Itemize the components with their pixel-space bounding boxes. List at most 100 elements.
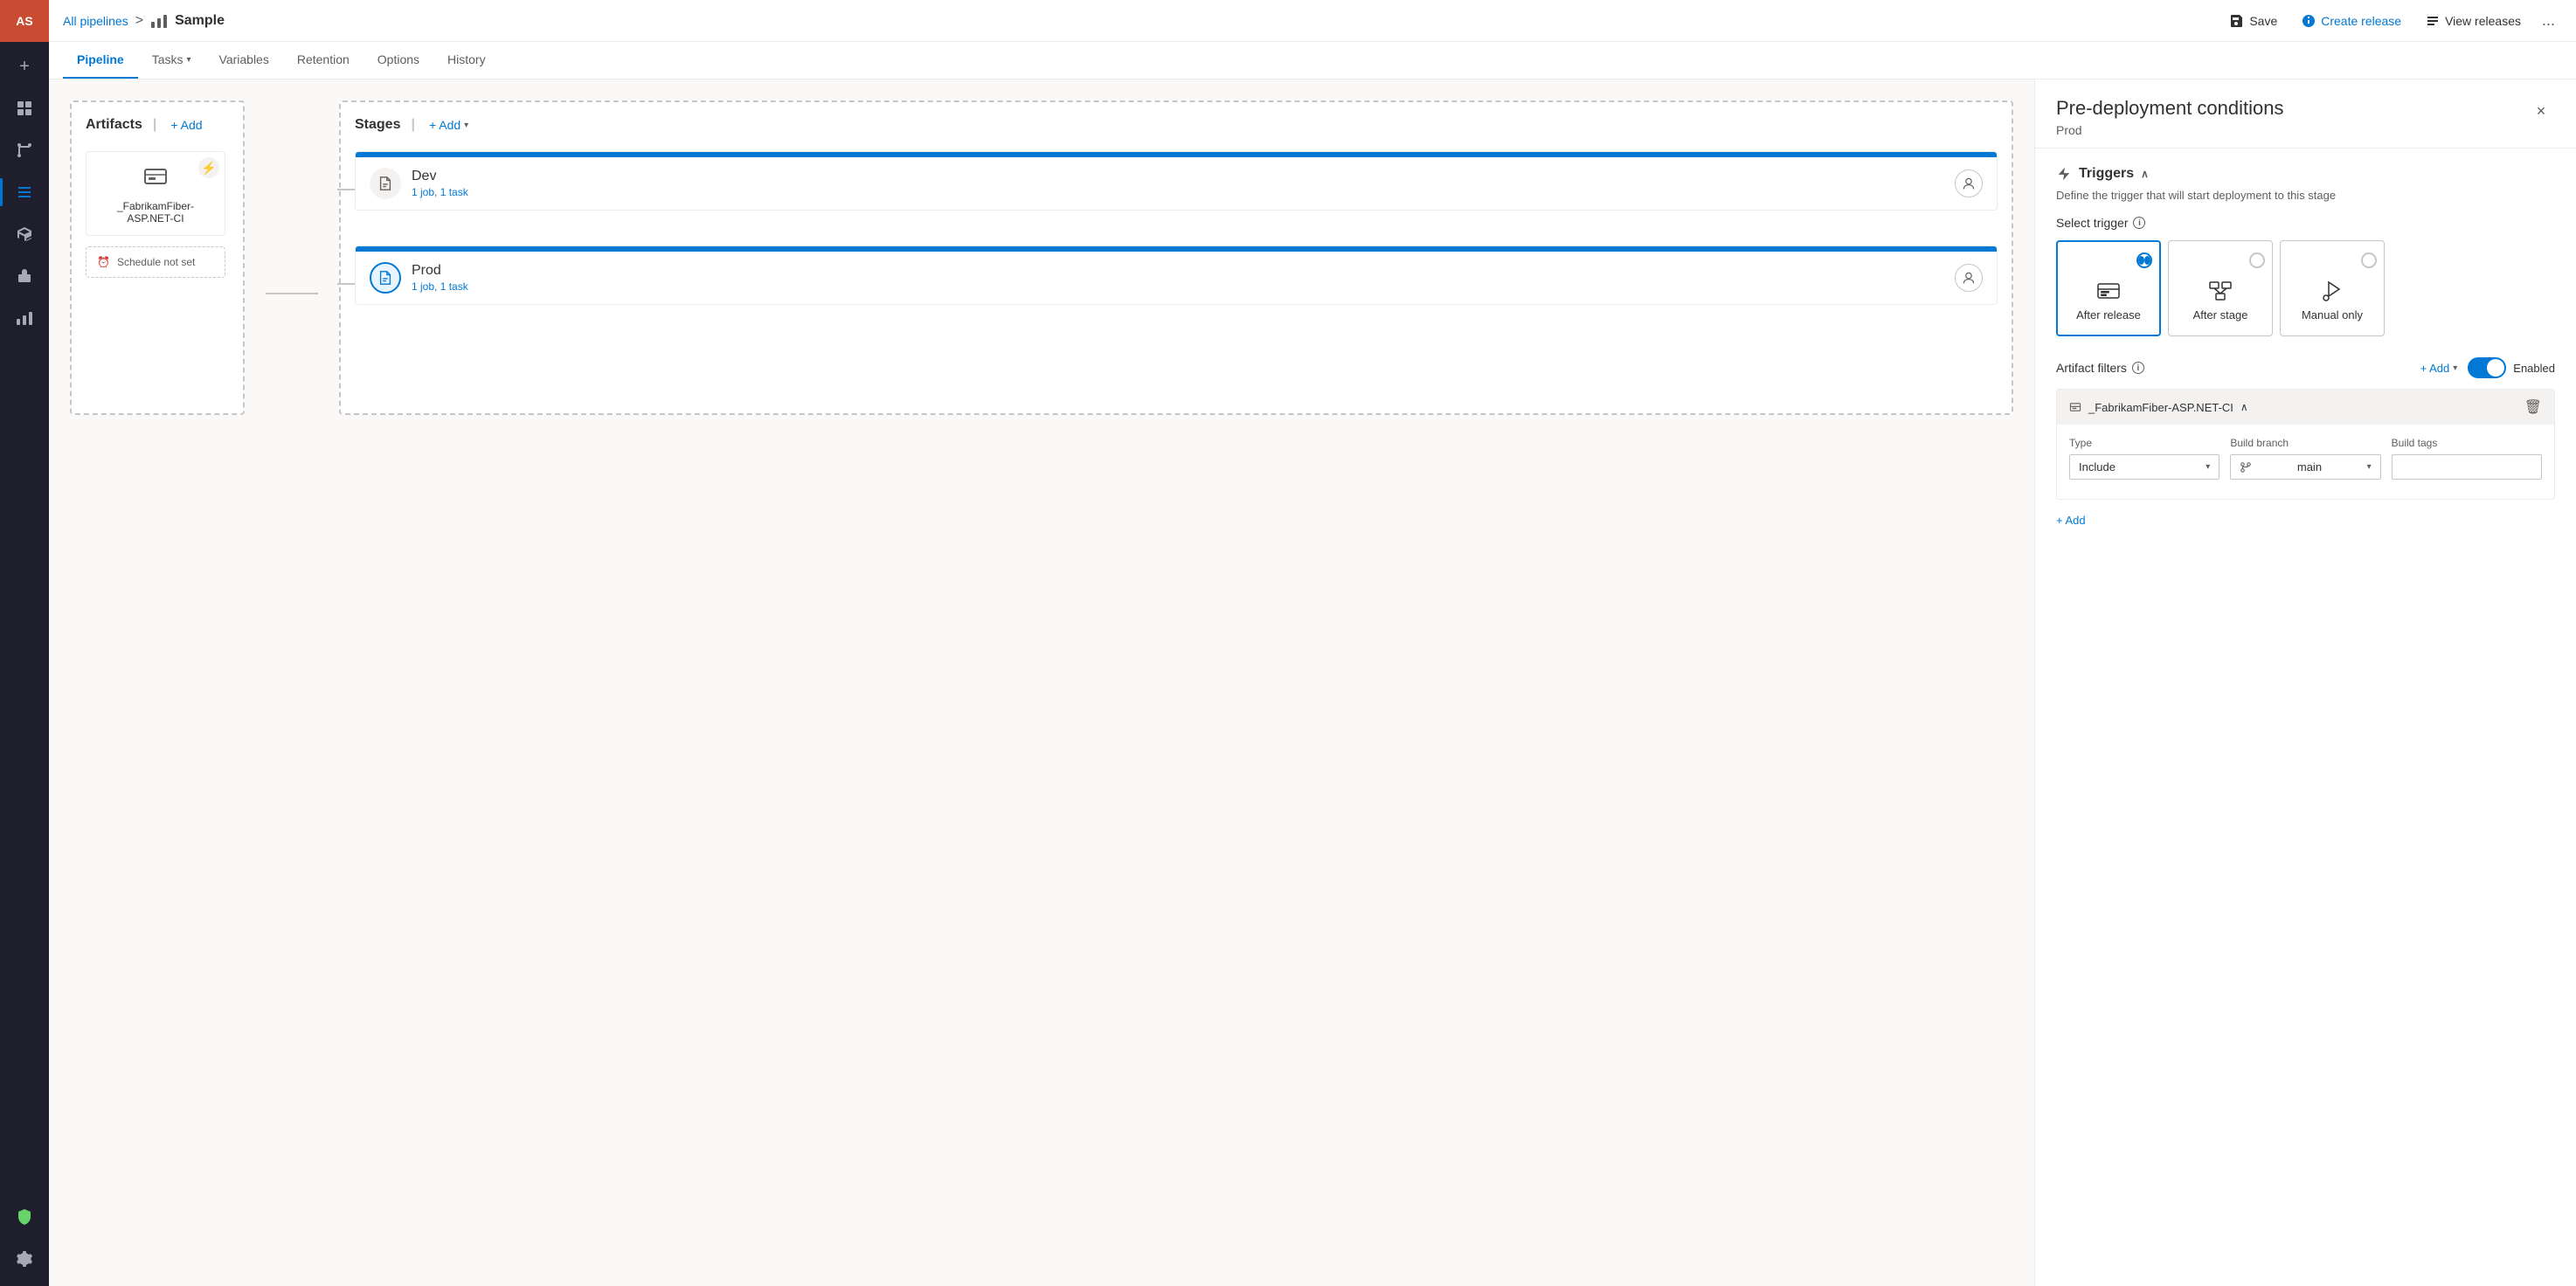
prod-trigger-button[interactable]	[370, 262, 401, 294]
view-releases-button[interactable]: View releases	[2415, 9, 2531, 33]
sidebar-item-artifacts[interactable]	[0, 255, 49, 297]
sidebar-item-deploy[interactable]	[0, 297, 49, 339]
after-stage-content: After stage	[2193, 279, 2248, 322]
tab-pipeline[interactable]: Pipeline	[63, 42, 138, 79]
filter-box-title: _FabrikamFiber-ASP.NET-CI ∧	[2069, 401, 2248, 414]
all-pipelines-link[interactable]: All pipelines	[63, 14, 128, 28]
sidebar-item-boards[interactable]	[0, 87, 49, 129]
tab-variables[interactable]: Variables	[205, 42, 283, 79]
prod-stage-row: Prod 1 job, 1 task	[355, 245, 1998, 322]
stages-section: Stages | + Add ▾	[339, 100, 2013, 415]
page-title: Sample	[175, 13, 225, 29]
manual-only-content: Manual only	[2302, 279, 2363, 322]
enabled-label: Enabled	[2513, 362, 2555, 375]
triggers-section-title: Triggers ∧	[2056, 166, 2555, 182]
create-release-button[interactable]: Create release	[2291, 9, 2412, 33]
trigger-after-release[interactable]: After release	[2056, 240, 2161, 336]
triggers-collapse-icon[interactable]: ∧	[2141, 168, 2149, 180]
type-select[interactable]: Include ▾	[2069, 454, 2219, 480]
branch-select[interactable]: main ▾	[2230, 454, 2380, 480]
dev-stage-card: Dev 1 job, 1 task	[355, 151, 1998, 211]
filter-expand-icon[interactable]: ∧	[2240, 401, 2248, 413]
trigger-options: After release	[2056, 240, 2555, 336]
tab-tasks[interactable]: Tasks ▾	[138, 42, 205, 79]
artifact-card: ⚡ _FabrikamFiber-ASP.NET-CI	[86, 151, 225, 236]
prod-stage-name: Prod	[412, 263, 1944, 279]
enabled-toggle[interactable]	[2468, 357, 2506, 378]
dev-trigger-button[interactable]	[370, 168, 401, 199]
build-tags-column: Build tags	[2392, 437, 2542, 480]
dev-stage-row: Dev 1 job, 1 task	[355, 151, 1998, 228]
view-releases-icon	[2426, 14, 2440, 28]
dev-stage-meta: 1 job, 1 task	[412, 186, 1944, 198]
prod-stage-body: Prod 1 job, 1 task	[356, 252, 1997, 304]
type-chevron: ▾	[2206, 462, 2210, 472]
panel-title: Pre-deployment conditions	[2056, 97, 2283, 120]
select-trigger-info-icon[interactable]: i	[2133, 217, 2145, 229]
tab-retention[interactable]: Retention	[283, 42, 364, 79]
add-project-button[interactable]: +	[0, 45, 49, 87]
dev-stage-name: Dev	[412, 169, 1944, 184]
content-area: Artifacts | + Add ⚡ _FabrikamFiber-ASP.N…	[49, 80, 2576, 1286]
connector-line	[266, 293, 318, 294]
branch-chevron: ▾	[2367, 462, 2372, 472]
after-stage-radio	[2249, 252, 2265, 268]
sidebar-security-icon[interactable]	[0, 1195, 49, 1237]
build-branch-column: Build branch main	[2230, 437, 2380, 480]
artifact-menu-button[interactable]: ⚡	[198, 157, 219, 178]
sidebar-item-pipelines[interactable]	[0, 171, 49, 213]
prod-connector	[337, 283, 355, 285]
connector	[266, 170, 318, 415]
trigger-manual-only[interactable]: Manual only	[2280, 240, 2385, 336]
trigger-after-stage[interactable]: After stage	[2168, 240, 2273, 336]
add-stage-button[interactable]: + Add ▾	[426, 116, 472, 134]
tab-history[interactable]: History	[433, 42, 500, 79]
build-tags-input[interactable]	[2392, 454, 2542, 480]
panel-body: Triggers ∧ Define the trigger that will …	[2035, 149, 2576, 548]
panel-subtitle: Prod	[2056, 123, 2283, 137]
dev-approvals-button[interactable]	[1955, 169, 1983, 197]
add-filter-button[interactable]: + Add ▾	[2420, 362, 2458, 375]
add-artifact-button[interactable]: + Add	[167, 116, 205, 134]
select-trigger-label: Select trigger i	[2056, 216, 2555, 230]
prod-stage-meta: 1 job, 1 task	[412, 280, 1944, 293]
dev-connector	[337, 189, 355, 190]
sidebar: AS +	[0, 0, 49, 1286]
after-release-content: After release	[2076, 279, 2141, 322]
prod-approvals-button[interactable]	[1955, 264, 1983, 292]
main-area: All pipelines > Sample Save Create relea…	[49, 0, 2576, 1286]
artifacts-section: Artifacts | + Add ⚡ _FabrikamFiber-ASP.N…	[70, 100, 245, 415]
header-actions: Save Create release View releases ...	[2219, 6, 2562, 35]
header: All pipelines > Sample Save Create relea…	[49, 0, 2576, 42]
artifact-name: _FabrikamFiber-ASP.NET-CI	[97, 200, 214, 225]
filter-delete-button[interactable]: 🗑	[2524, 398, 2542, 416]
pipeline-canvas: Artifacts | + Add ⚡ _FabrikamFiber-ASP.N…	[49, 80, 2034, 1286]
artifact-filters-title: Artifact filters i	[2056, 361, 2144, 375]
tab-options[interactable]: Options	[364, 42, 433, 79]
schedule-icon: ⏰	[97, 256, 110, 268]
right-panel: Pre-deployment conditions Prod × Trigger…	[2034, 80, 2576, 1286]
sidebar-item-repos[interactable]	[0, 129, 49, 171]
breadcrumb[interactable]: All pipelines	[63, 14, 128, 28]
build-tags-label: Build tags	[2392, 437, 2542, 449]
artifact-filters-info-icon[interactable]: i	[2132, 362, 2144, 374]
user-avatar[interactable]: AS	[0, 0, 49, 42]
stages-add-chevron: ▾	[464, 121, 468, 130]
filters-right: + Add ▾ Enabled	[2420, 357, 2555, 378]
panel-close-button[interactable]: ×	[2527, 97, 2555, 125]
prod-stage-card: Prod 1 job, 1 task	[355, 245, 1998, 305]
dev-stage-body: Dev 1 job, 1 task	[356, 157, 1997, 210]
sidebar-item-testplans[interactable]	[0, 213, 49, 255]
sidebar-settings-icon[interactable]	[0, 1237, 49, 1279]
schedule-card[interactable]: ⏰ Schedule not set	[86, 246, 225, 278]
save-button[interactable]: Save	[2219, 9, 2288, 33]
type-column: Type Include ▾	[2069, 437, 2219, 480]
breadcrumb-separator: >	[135, 13, 143, 29]
create-release-icon	[2302, 14, 2316, 28]
triggers-icon	[2056, 166, 2072, 182]
artifact-filters-header: Artifact filters i + Add ▾ Enabled	[2056, 357, 2555, 378]
more-actions-button[interactable]: ...	[2535, 6, 2562, 35]
build-branch-label: Build branch	[2230, 437, 2380, 449]
artifacts-header: Artifacts | + Add	[86, 116, 229, 134]
add-filter-row-button[interactable]: + Add	[2056, 510, 2086, 530]
